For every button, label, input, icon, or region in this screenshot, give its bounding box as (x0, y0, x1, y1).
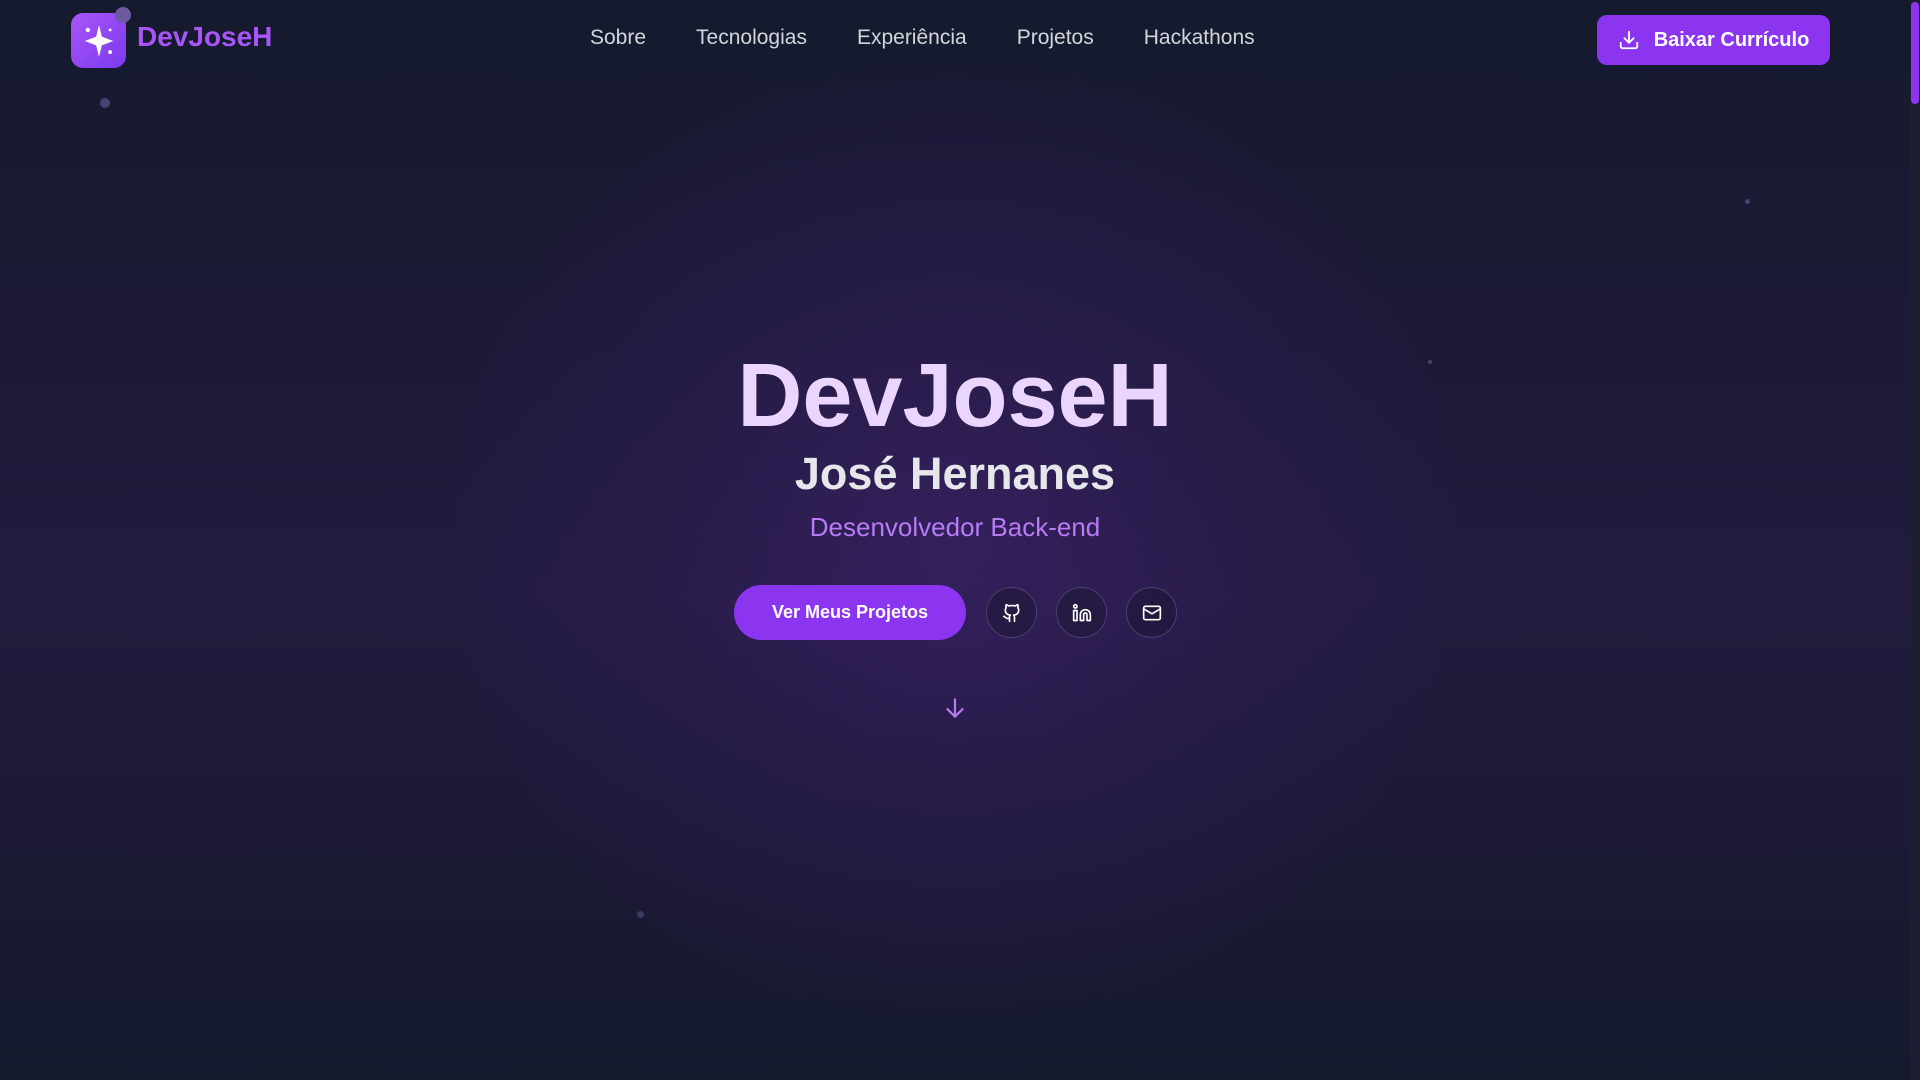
scrollbar-track[interactable] (1910, 0, 1920, 1080)
sparkle-icon (84, 24, 113, 57)
download-icon (1619, 30, 1638, 50)
nav-item-tecnologias[interactable]: Tecnologias (696, 26, 807, 50)
scroll-down-icon[interactable] (942, 695, 968, 726)
nav-item-sobre[interactable]: Sobre (590, 26, 646, 50)
main-menu: Sobre Tecnologias Experiência Projetos H… (590, 26, 1255, 50)
email-button[interactable] (1126, 587, 1177, 638)
nav-item-hackathons[interactable]: Hackathons (1144, 26, 1255, 50)
particle-dot (637, 911, 644, 918)
download-cv-label: Baixar Currículo (1653, 28, 1810, 51)
github-button[interactable] (986, 587, 1037, 638)
linkedin-button[interactable] (1056, 587, 1107, 638)
view-projects-button[interactable]: Ver Meus Projetos (734, 585, 966, 640)
github-icon (1002, 603, 1020, 622)
nav-item-experiencia[interactable]: Experiência (857, 26, 967, 50)
particle-dot (100, 98, 110, 108)
logo-bubble (115, 7, 131, 23)
mail-icon (1142, 605, 1161, 620)
brand-name[interactable]: DevJoseH (137, 21, 272, 53)
hero-title: DevJoseH (737, 346, 1173, 446)
navbar: DevJoseH Sobre Tecnologias Experiência P… (0, 0, 1920, 80)
scrollbar-thumb[interactable] (1911, 2, 1919, 104)
particle-dot (1745, 199, 1750, 204)
nav-item-projetos[interactable]: Projetos (1017, 26, 1094, 50)
download-cv-button[interactable]: Baixar Currículo (1597, 15, 1830, 65)
hero-role: Desenvolvedor Back-end (809, 512, 1101, 542)
hero-name: José Hernanes (794, 448, 1116, 499)
linkedin-icon (1072, 603, 1091, 621)
